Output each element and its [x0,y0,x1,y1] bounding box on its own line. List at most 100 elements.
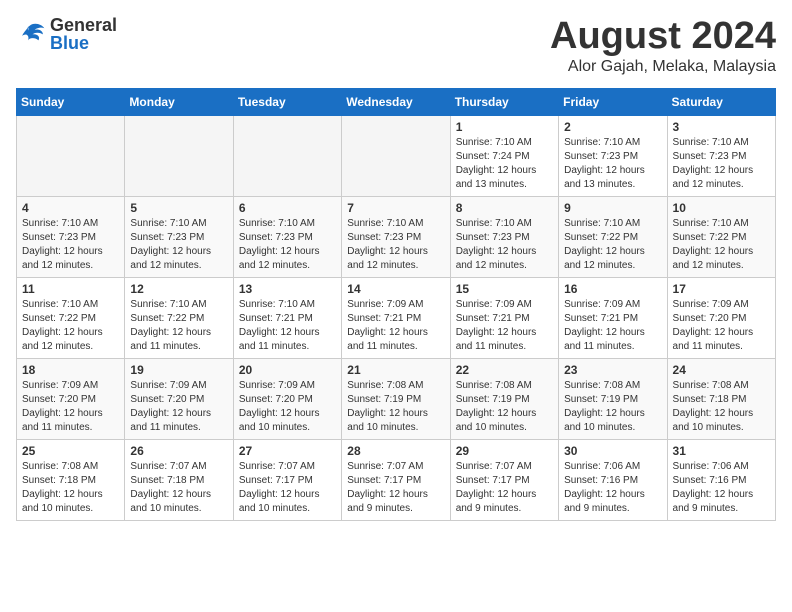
day-info: Sunrise: 7:08 AM Sunset: 7:18 PM Dayligh… [673,379,770,435]
calendar-cell: 11Sunrise: 7:10 AM Sunset: 7:22 PM Dayli… [17,277,125,358]
day-number: 9 [564,201,661,215]
day-number: 11 [22,282,119,296]
day-number: 10 [673,201,770,215]
calendar-week-5: 25 Sunrise: 7:08 AM Sunset: 7:18 PM Dayli… [17,439,776,520]
day-number: 18 [22,363,119,377]
day-number: 29 [456,444,553,458]
col-tuesday: Tuesday [233,88,341,115]
calendar-cell: 26 Sunrise: 7:07 AM Sunset: 7:18 PM Dayli… [125,439,233,520]
calendar-cell: 12 Sunrise: 7:10 AM Sunset: 7:22 PM Dayli… [125,277,233,358]
calendar-cell: 22 Sunrise: 7:08 AM Sunset: 7:19 PM Dayli… [450,358,558,439]
calendar-week-2: 4 Sunrise: 7:10 AM Sunset: 7:23 PM Daylig… [17,196,776,277]
day-number: 27 [239,444,336,458]
calendar-cell: 7 Sunrise: 7:10 AM Sunset: 7:23 PM Daylig… [342,196,450,277]
day-number: 23 [564,363,661,377]
day-number: 22 [456,363,553,377]
calendar-cell: 2 Sunrise: 7:10 AM Sunset: 7:23 PM Daylig… [559,115,667,196]
logo-blue-text: Blue [50,34,117,52]
day-info: Sunrise: 7:10 AM Sunset: 7:23 PM Dayligh… [239,217,336,273]
calendar-cell: 15 Sunrise: 7:09 AM Sunset: 7:21 PM Dayli… [450,277,558,358]
day-number: 7 [347,201,444,215]
calendar-cell: 14 Sunrise: 7:09 AM Sunset: 7:21 PM Dayli… [342,277,450,358]
day-number: 26 [130,444,227,458]
title-section: August 2024 Alor Gajah, Melaka, Malaysia [550,16,776,76]
calendar-cell: 30 Sunrise: 7:06 AM Sunset: 7:16 PM Dayli… [559,439,667,520]
col-friday: Friday [559,88,667,115]
calendar-cell: 3Sunrise: 7:10 AM Sunset: 7:23 PM Daylig… [667,115,775,196]
calendar-cell: 10 Sunrise: 7:10 AM Sunset: 7:22 PM Dayli… [667,196,775,277]
day-info: Sunrise: 7:07 AM Sunset: 7:18 PM Dayligh… [130,460,227,516]
calendar-cell: 19Sunrise: 7:09 AM Sunset: 7:20 PM Dayli… [125,358,233,439]
day-number: 2 [564,120,661,134]
calendar-cell: 18 Sunrise: 7:09 AM Sunset: 7:20 PM Dayli… [17,358,125,439]
logo: General Blue [16,16,117,52]
header: General Blue August 2024 Alor Gajah, Mel… [16,16,776,76]
calendar-cell: 28Sunrise: 7:07 AM Sunset: 7:17 PM Dayli… [342,439,450,520]
day-info: Sunrise: 7:10 AM Sunset: 7:23 PM Dayligh… [22,217,119,273]
day-info: Sunrise: 7:09 AM Sunset: 7:21 PM Dayligh… [456,298,553,354]
day-info: Sunrise: 7:10 AM Sunset: 7:24 PM Dayligh… [456,136,553,192]
calendar-cell: 31Sunrise: 7:06 AM Sunset: 7:16 PM Dayli… [667,439,775,520]
day-info: Sunrise: 7:07 AM Sunset: 7:17 PM Dayligh… [239,460,336,516]
day-number: 1 [456,120,553,134]
day-info: Sunrise: 7:10 AM Sunset: 7:23 PM Dayligh… [673,136,770,192]
calendar-cell: 20 Sunrise: 7:09 AM Sunset: 7:20 PM Dayli… [233,358,341,439]
day-info: Sunrise: 7:09 AM Sunset: 7:20 PM Dayligh… [22,379,119,435]
col-sunday: Sunday [17,88,125,115]
logo-general-text: General [50,16,117,34]
calendar-table: Sunday Monday Tuesday Wednesday Thursday… [16,88,776,521]
day-number: 4 [22,201,119,215]
day-number: 12 [130,282,227,296]
calendar-cell: 4 Sunrise: 7:10 AM Sunset: 7:23 PM Daylig… [17,196,125,277]
header-row: Sunday Monday Tuesday Wednesday Thursday… [17,88,776,115]
calendar-cell: 6Sunrise: 7:10 AM Sunset: 7:23 PM Daylig… [233,196,341,277]
day-number: 17 [673,282,770,296]
calendar-cell: 16 Sunrise: 7:09 AM Sunset: 7:21 PM Dayli… [559,277,667,358]
day-info: Sunrise: 7:08 AM Sunset: 7:19 PM Dayligh… [456,379,553,435]
calendar-cell: 5 Sunrise: 7:10 AM Sunset: 7:23 PM Daylig… [125,196,233,277]
day-number: 30 [564,444,661,458]
day-number: 15 [456,282,553,296]
day-number: 5 [130,201,227,215]
day-info: Sunrise: 7:10 AM Sunset: 7:23 PM Dayligh… [456,217,553,273]
day-info: Sunrise: 7:10 AM Sunset: 7:22 PM Dayligh… [564,217,661,273]
calendar-cell: 25 Sunrise: 7:08 AM Sunset: 7:18 PM Dayli… [17,439,125,520]
day-info: Sunrise: 7:10 AM Sunset: 7:21 PM Dayligh… [239,298,336,354]
day-info: Sunrise: 7:09 AM Sunset: 7:21 PM Dayligh… [347,298,444,354]
day-number: 28 [347,444,444,458]
col-thursday: Thursday [450,88,558,115]
day-number: 31 [673,444,770,458]
calendar-week-3: 11 Sunrise: 7:10 AM Sunset: 7:22 PM Dayli… [17,277,776,358]
day-info: Sunrise: 7:06 AM Sunset: 7:16 PM Dayligh… [564,460,661,516]
day-number: 20 [239,363,336,377]
calendar-cell: 29 Sunrise: 7:07 AM Sunset: 7:17 PM Dayli… [450,439,558,520]
main-title: August 2024 [550,16,776,58]
calendar-week-4: 18 Sunrise: 7:09 AM Sunset: 7:20 PM Dayli… [17,358,776,439]
calendar-cell: 21Sunrise: 7:08 AM Sunset: 7:19 PM Dayli… [342,358,450,439]
calendar-cell [342,115,450,196]
calendar-cell: 17Sunrise: 7:09 AM Sunset: 7:20 PM Dayli… [667,277,775,358]
day-info: Sunrise: 7:10 AM Sunset: 7:23 PM Dayligh… [130,217,227,273]
calendar-cell [233,115,341,196]
calendar-cell: 24 Sunrise: 7:08 AM Sunset: 7:18 PM Dayli… [667,358,775,439]
day-info: Sunrise: 7:10 AM Sunset: 7:22 PM Dayligh… [130,298,227,354]
calendar-week-1: 1 Sunrise: 7:10 AM Sunset: 7:24 PM Daylig… [17,115,776,196]
day-info: Sunrise: 7:07 AM Sunset: 7:17 PM Dayligh… [456,460,553,516]
day-info: Sunrise: 7:09 AM Sunset: 7:20 PM Dayligh… [239,379,336,435]
day-number: 24 [673,363,770,377]
day-info: Sunrise: 7:08 AM Sunset: 7:18 PM Dayligh… [22,460,119,516]
calendar-cell: 8 Sunrise: 7:10 AM Sunset: 7:23 PM Daylig… [450,196,558,277]
day-number: 19 [130,363,227,377]
day-number: 25 [22,444,119,458]
day-info: Sunrise: 7:10 AM Sunset: 7:22 PM Dayligh… [673,217,770,273]
day-number: 14 [347,282,444,296]
col-monday: Monday [125,88,233,115]
day-info: Sunrise: 7:10 AM Sunset: 7:23 PM Dayligh… [347,217,444,273]
calendar-cell [125,115,233,196]
calendar-cell: 9 Sunrise: 7:10 AM Sunset: 7:22 PM Daylig… [559,196,667,277]
day-number: 16 [564,282,661,296]
day-number: 21 [347,363,444,377]
day-info: Sunrise: 7:09 AM Sunset: 7:21 PM Dayligh… [564,298,661,354]
day-number: 8 [456,201,553,215]
day-info: Sunrise: 7:10 AM Sunset: 7:23 PM Dayligh… [564,136,661,192]
